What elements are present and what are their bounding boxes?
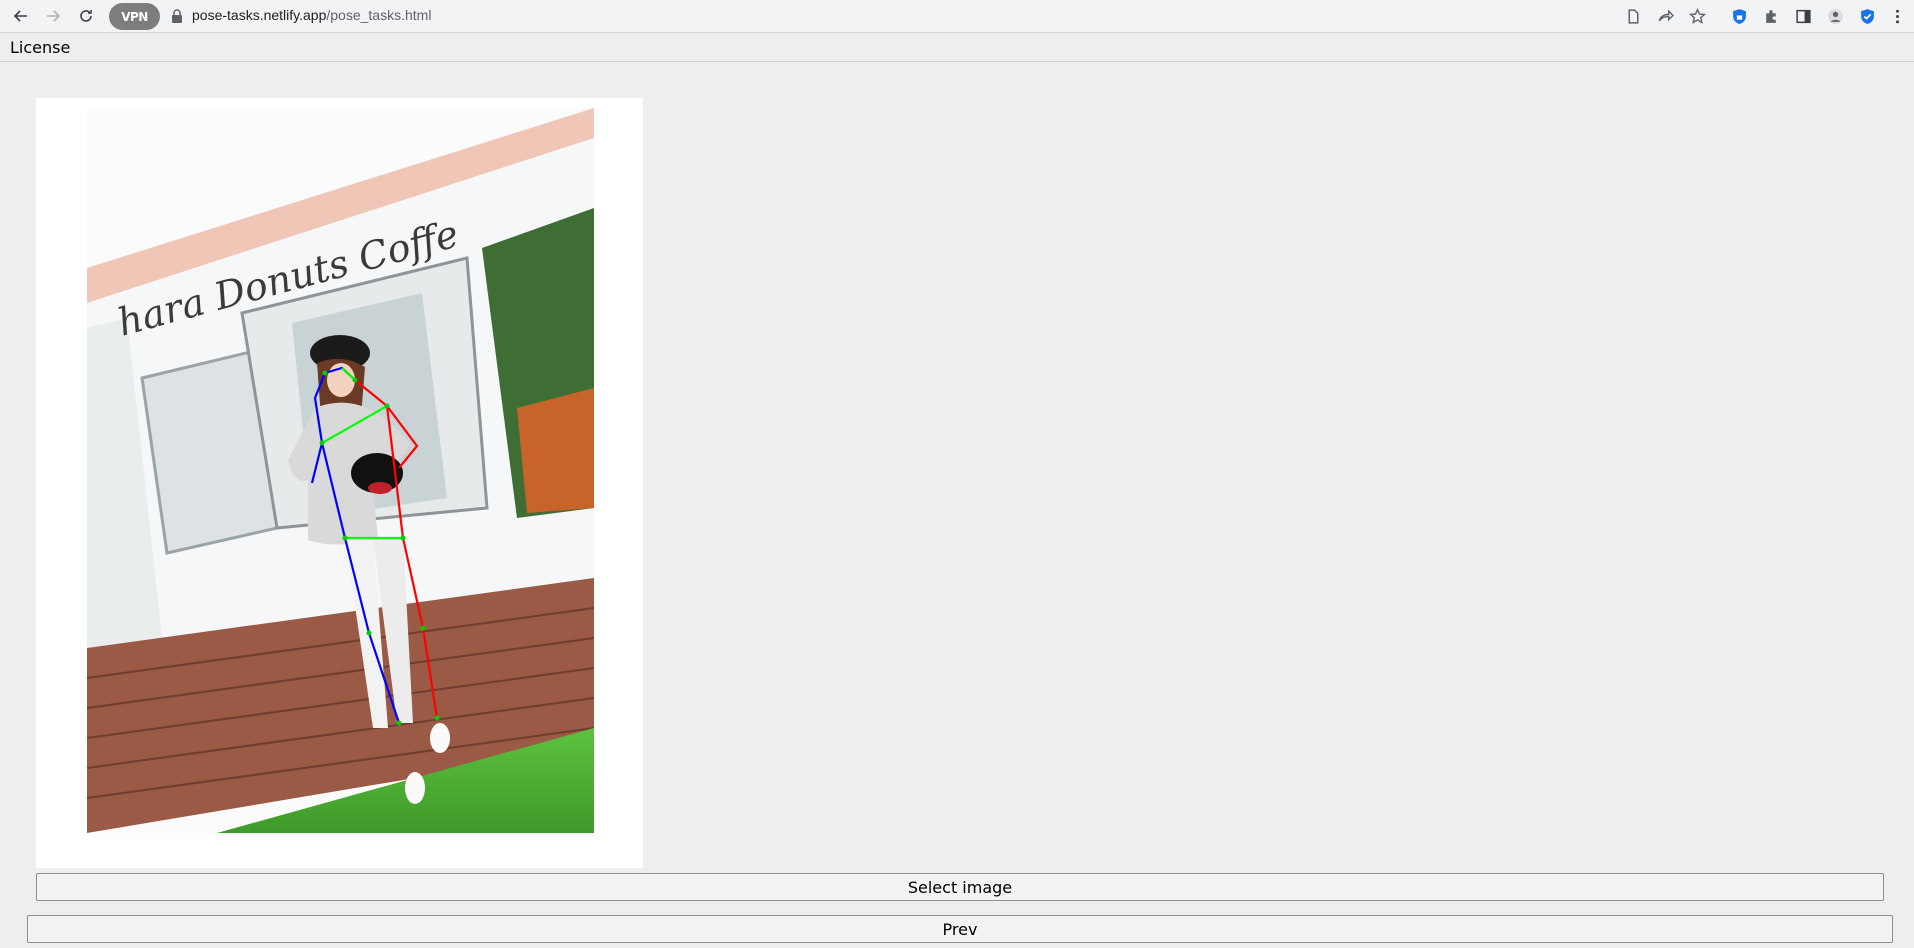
vpn-button[interactable]: VPN [109, 3, 160, 30]
pose-photo: hara Donuts Coffe [87, 108, 594, 833]
reload-icon[interactable] [75, 5, 97, 27]
check-shield-icon[interactable] [1857, 6, 1877, 26]
back-icon[interactable] [10, 5, 32, 27]
shield-icon[interactable] [1729, 6, 1749, 26]
puzzle-icon[interactable] [1761, 6, 1781, 26]
more-icon[interactable] [1887, 6, 1907, 26]
share-icon[interactable] [1655, 6, 1675, 26]
header-divider [0, 61, 1914, 62]
url-host: pose-tasks.netlify.app [192, 7, 327, 23]
browser-toolbar: VPN pose-tasks.netlify.app/pose_tasks.ht… [0, 0, 1914, 33]
select-image-button[interactable]: Select image [36, 873, 1884, 901]
forward-icon[interactable] [42, 5, 64, 27]
document-icon[interactable] [1623, 6, 1643, 26]
license-link[interactable]: License [10, 38, 70, 57]
lock-icon[interactable] [171, 9, 183, 23]
star-icon[interactable] [1687, 6, 1707, 26]
prev-button[interactable]: Prev [27, 915, 1893, 943]
address-bar[interactable]: pose-tasks.netlify.app/pose_tasks.html [192, 7, 431, 23]
sidebar-icon[interactable] [1793, 6, 1813, 26]
profile-icon[interactable] [1825, 6, 1845, 26]
url-path: /pose_tasks.html [326, 7, 432, 23]
pose-photo-svg: hara Donuts Coffe [87, 108, 594, 833]
pose-canvas: hara Donuts Coffe [36, 98, 643, 868]
